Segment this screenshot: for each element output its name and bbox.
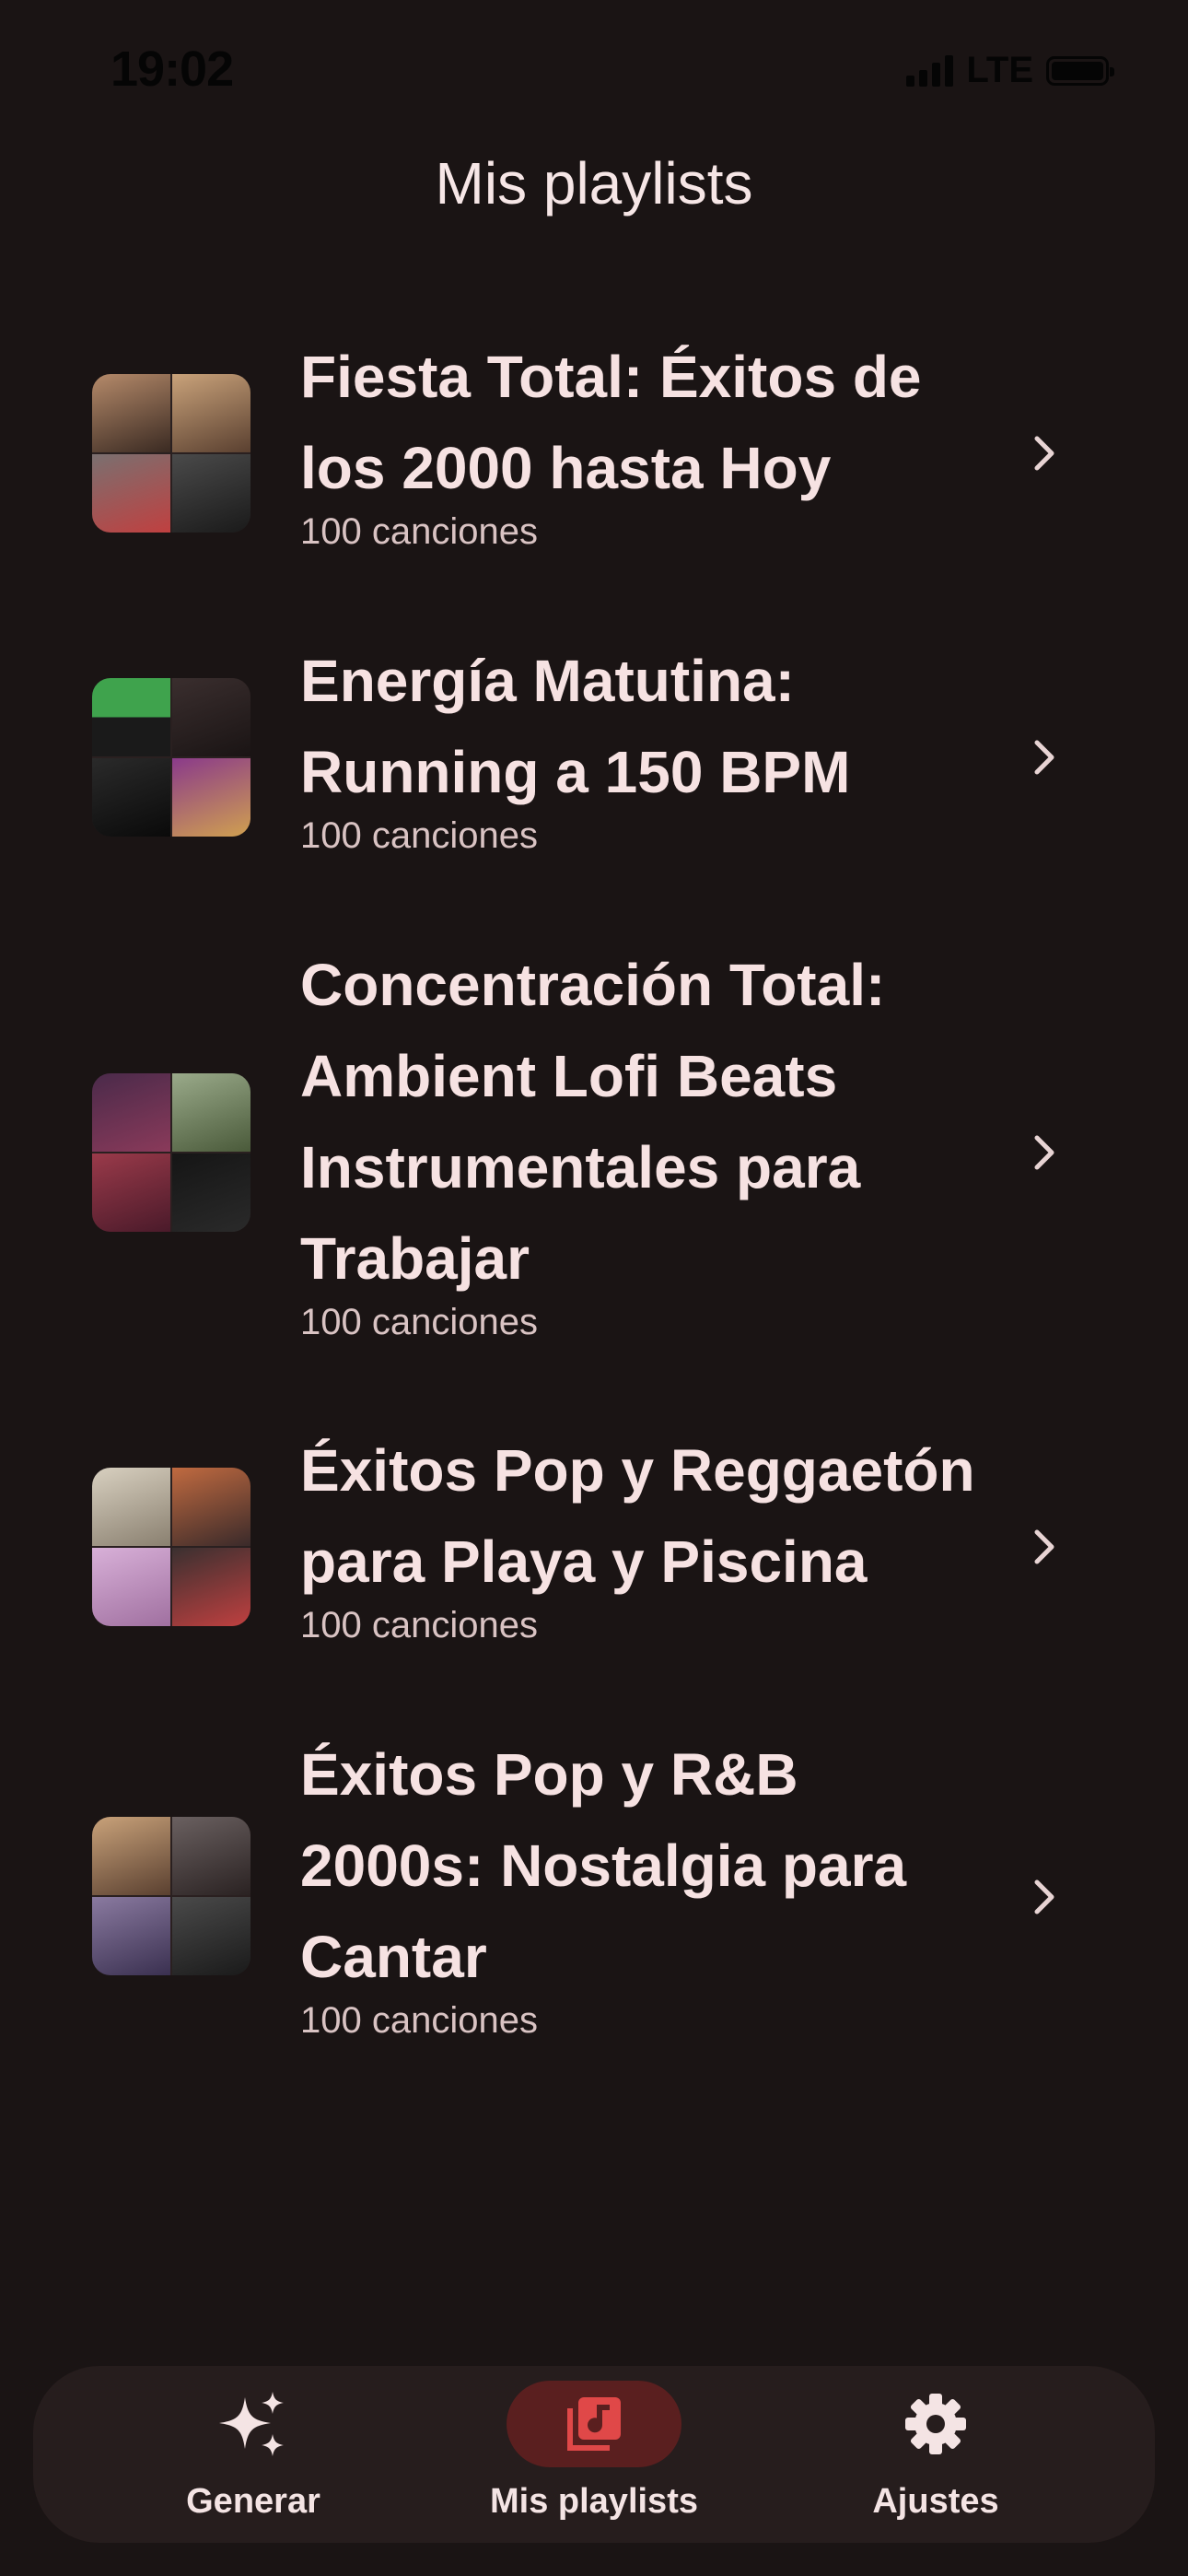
playlist-item[interactable]: Concentración Total: Ambient Lofi Beats … <box>0 940 1188 1373</box>
playlist-title-line: para Playa y Piscina <box>300 1528 868 1595</box>
chevron-right-icon <box>1034 1135 1054 1170</box>
playlist-cover <box>92 1817 250 1975</box>
song-count: 100 canciones <box>300 2000 538 2041</box>
status-indicators: LTE <box>906 50 1114 91</box>
playlist-title-line: Ambient Lofi Beats <box>300 1043 838 1109</box>
playlist-text: Concentración Total: Ambient Lofi Beats … <box>300 940 1000 1345</box>
album-art <box>92 1817 170 1895</box>
playlist-title: Éxitos Pop y R&B 2000s: Nostalgia para C… <box>300 1729 1000 2003</box>
song-count: 100 canciones <box>300 511 538 552</box>
playlist-title-line: Trabajar <box>300 1225 530 1292</box>
sparkles-icon <box>219 2392 284 2456</box>
playlist-title-line: Fiesta Total: Éxitos de <box>300 344 922 410</box>
playlist-cover <box>92 678 250 837</box>
album-art <box>172 454 250 533</box>
album-art <box>172 1468 250 1546</box>
playlist-title-line: Energía Matutina: <box>300 648 795 714</box>
album-art <box>172 678 250 756</box>
playlist-title-line: Cantar <box>300 1924 487 1990</box>
song-count: 100 canciones <box>300 1605 538 1645</box>
playlist-cover <box>92 374 250 533</box>
playlist-text: Fiesta Total: Éxitos de los 2000 hasta H… <box>300 332 1000 555</box>
status-time: 19:02 <box>111 41 234 97</box>
playlist-text: Energía Matutina: Running a 150 BPM 100 … <box>300 636 1000 859</box>
album-art <box>92 1153 170 1232</box>
album-art <box>172 1897 250 1975</box>
chevron-right-icon <box>1034 436 1054 471</box>
album-art <box>92 454 170 533</box>
playlist-text: Éxitos Pop y R&B 2000s: Nostalgia para C… <box>300 1729 1000 2043</box>
nav-item-mis-playlists[interactable]: Mis playlists <box>456 2366 732 2543</box>
status-bar: 19:02 LTE <box>0 0 1188 138</box>
chevron-right-icon <box>1034 1879 1054 1914</box>
nav-icon-container-active <box>507 2381 681 2467</box>
album-art <box>92 1548 170 1626</box>
playlist-title: Concentración Total: Ambient Lofi Beats … <box>300 940 1000 1305</box>
nav-label: Generar <box>186 2482 320 2521</box>
album-art <box>92 374 170 452</box>
network-label: LTE <box>966 50 1033 90</box>
chevron-right-icon <box>1034 1529 1054 1564</box>
signal-icon <box>906 54 954 87</box>
album-art <box>92 758 170 837</box>
playlist-cover <box>92 1073 250 1232</box>
playlist-title-line: Éxitos Pop y R&B <box>300 1741 798 1808</box>
playlist-title: Éxitos Pop y Reggaetón para Playa y Pisc… <box>300 1425 1000 1608</box>
playlist-item[interactable]: Éxitos Pop y R&B 2000s: Nostalgia para C… <box>0 1729 1188 2070</box>
playlist-title-line: Concentración Total: <box>300 952 886 1018</box>
playlist-title: Fiesta Total: Éxitos de los 2000 hasta H… <box>300 332 1000 514</box>
album-art <box>172 1548 250 1626</box>
playlist-title-line: Éxitos Pop y Reggaetón <box>300 1437 975 1504</box>
album-art <box>92 1468 170 1546</box>
chevron-right-icon <box>1034 740 1054 775</box>
playlist-item[interactable]: Éxitos Pop y Reggaetón para Playa y Pisc… <box>0 1425 1188 1674</box>
album-art <box>172 374 250 452</box>
playlist-title-line: 2000s: Nostalgia para <box>300 1832 907 1899</box>
nav-label: Ajustes <box>872 2482 999 2521</box>
album-art <box>92 1897 170 1975</box>
music-library-icon <box>567 2397 621 2451</box>
song-count: 100 canciones <box>300 815 538 856</box>
playlist-item[interactable]: Fiesta Total: Éxitos de los 2000 hasta H… <box>0 332 1188 580</box>
page-title: Mis playlists <box>435 150 753 217</box>
gear-icon <box>905 2394 966 2454</box>
nav-item-generar[interactable]: Generar <box>115 2366 391 2543</box>
playlist-title: Energía Matutina: Running a 150 BPM <box>300 636 1000 818</box>
album-art <box>172 758 250 837</box>
nav-label: Mis playlists <box>490 2482 698 2521</box>
playlist-text: Éxitos Pop y Reggaetón para Playa y Pisc… <box>300 1425 1000 1648</box>
nav-icon-container <box>166 2381 341 2467</box>
nav-icon-container <box>848 2381 1023 2467</box>
album-art <box>172 1073 250 1152</box>
album-art <box>92 1073 170 1152</box>
bottom-navigation: Generar Mis playlists Ajustes <box>33 2366 1155 2543</box>
playlist-title-line: Instrumentales para <box>300 1134 861 1200</box>
playlist-title-line: Running a 150 BPM <box>300 739 851 805</box>
album-art <box>92 678 170 756</box>
playlist-item[interactable]: Energía Matutina: Running a 150 BPM 100 … <box>0 636 1188 884</box>
song-count: 100 canciones <box>300 1302 538 1342</box>
nav-item-ajustes[interactable]: Ajustes <box>798 2366 1074 2543</box>
playlist-cover <box>92 1468 250 1626</box>
battery-icon <box>1046 55 1114 86</box>
album-art <box>172 1153 250 1232</box>
album-art <box>172 1817 250 1895</box>
playlist-title-line: los 2000 hasta Hoy <box>300 435 832 501</box>
